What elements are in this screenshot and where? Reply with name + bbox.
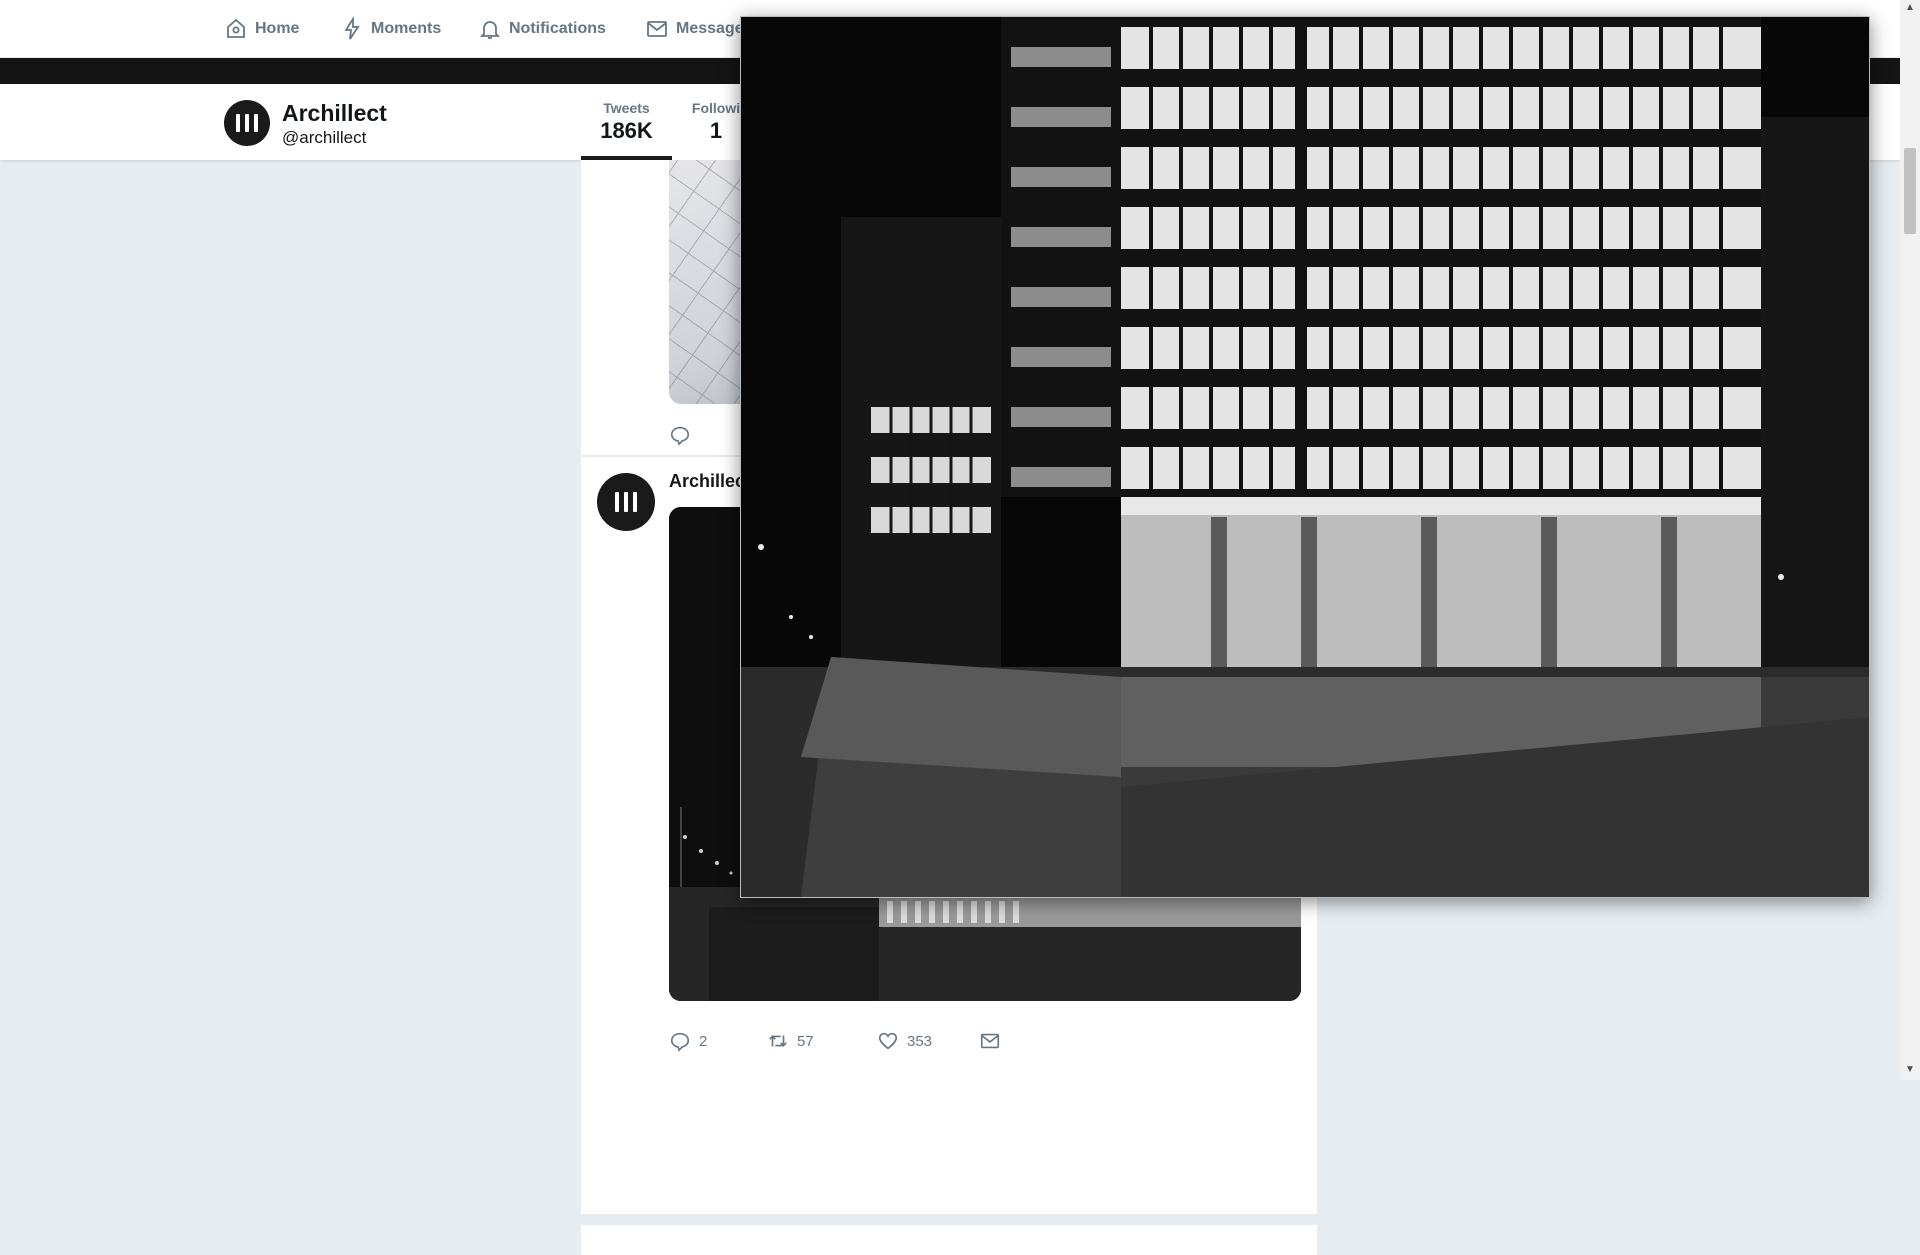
like-icon <box>878 1032 898 1050</box>
stat-following-label: Followi <box>691 100 741 116</box>
nav-home-label: Home <box>255 20 300 37</box>
reply-button[interactable]: 2 <box>669 1030 767 1052</box>
reply-count: 2 <box>699 1032 708 1050</box>
messages-icon <box>647 21 667 37</box>
tweet-author[interactable]: Archillect <box>669 471 751 492</box>
dm-icon <box>980 1033 1000 1049</box>
retweet-count: 57 <box>797 1032 814 1050</box>
tweet-actions: 2 57 353 <box>669 1030 1001 1052</box>
moments-icon <box>344 17 360 40</box>
tweet-card[interactable] <box>581 1225 1317 1255</box>
retweet-button[interactable]: 57 <box>767 1030 877 1052</box>
profile-name[interactable]: Archillect <box>282 100 387 127</box>
retweet-icon <box>769 1035 787 1047</box>
avatar[interactable] <box>224 100 270 146</box>
scroll-down-arrow[interactable]: ▼ <box>1904 1062 1916 1078</box>
scroll-up-arrow[interactable]: ▲ <box>1904 0 1916 16</box>
nav-notifications[interactable]: Notifications <box>478 0 606 58</box>
nav-notifications-label: Notifications <box>509 20 606 37</box>
nav-home[interactable]: Home <box>224 0 299 58</box>
direct-message-button[interactable] <box>979 1030 1001 1052</box>
stat-tweets[interactable]: Tweets 186K <box>581 100 672 144</box>
nav-moments[interactable]: Moments <box>340 0 441 58</box>
home-icon <box>227 18 245 38</box>
tweet-actions <box>669 424 691 446</box>
photo-viewer-image <box>741 17 1869 897</box>
reply-button[interactable] <box>669 424 691 446</box>
nav-messages[interactable]: Messages <box>645 0 753 58</box>
stat-tweets-value: 186K <box>600 118 653 143</box>
avatar[interactable] <box>597 473 655 531</box>
photo-viewer[interactable] <box>740 16 1870 898</box>
stat-tweets-label: Tweets <box>603 100 650 116</box>
like-count: 353 <box>907 1032 933 1050</box>
stat-following[interactable]: Followi 1 <box>686 100 746 144</box>
scrollbar-thumb[interactable] <box>1904 148 1916 234</box>
stat-following-value: 1 <box>709 118 723 143</box>
scrollbar[interactable]: ▲ ▼ <box>1900 0 1920 1080</box>
profile-handle: @archillect <box>282 128 367 147</box>
like-button[interactable]: 353 <box>877 1030 979 1052</box>
nav-moments-label: Moments <box>371 20 442 37</box>
notifications-icon <box>479 21 501 39</box>
reply-icon <box>670 426 690 446</box>
reply-icon <box>670 1032 690 1052</box>
